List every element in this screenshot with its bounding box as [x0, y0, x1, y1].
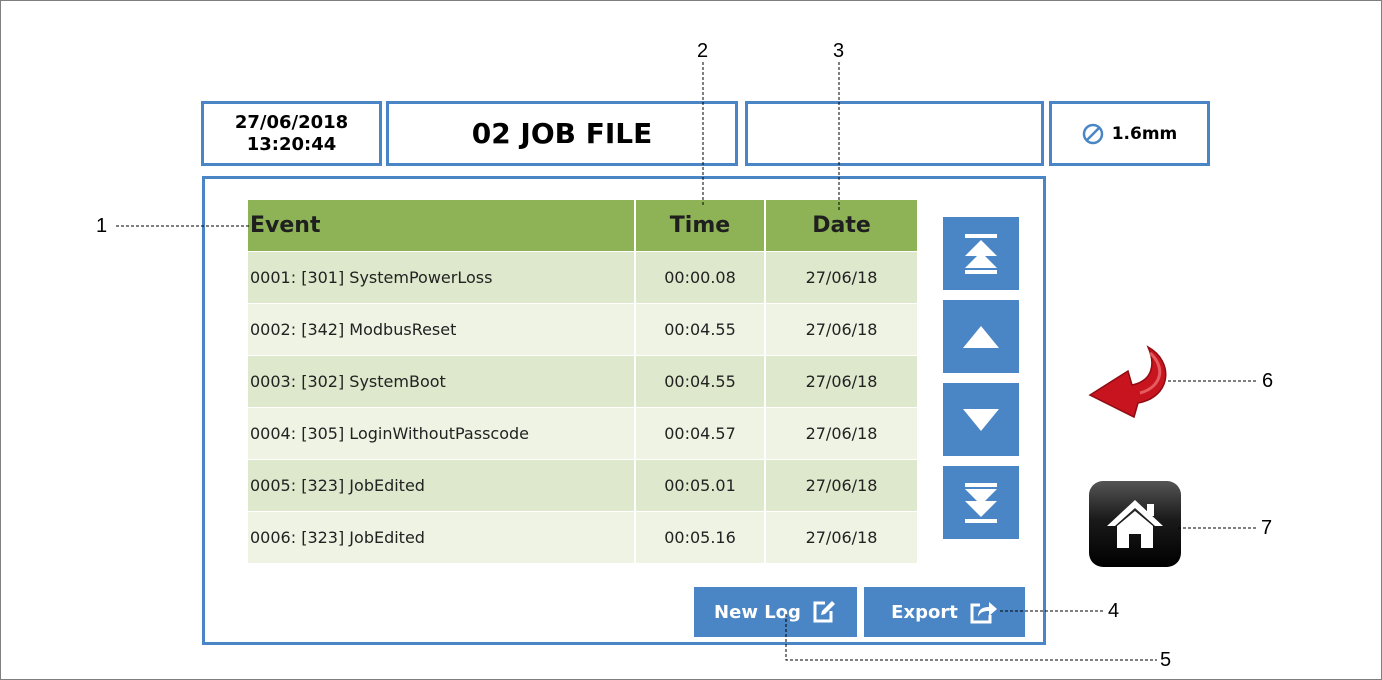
callout-4: 4: [1108, 600, 1120, 622]
callout-7: 7: [1261, 517, 1273, 539]
callout-1: 1: [96, 215, 108, 237]
callout-line-5: [785, 614, 1157, 661]
callout-3: 3: [833, 40, 845, 62]
callout-lines: [116, 62, 1258, 661]
callout-6: 6: [1262, 370, 1274, 392]
callout-5: 5: [1160, 649, 1172, 671]
callout-2: 2: [697, 40, 709, 62]
